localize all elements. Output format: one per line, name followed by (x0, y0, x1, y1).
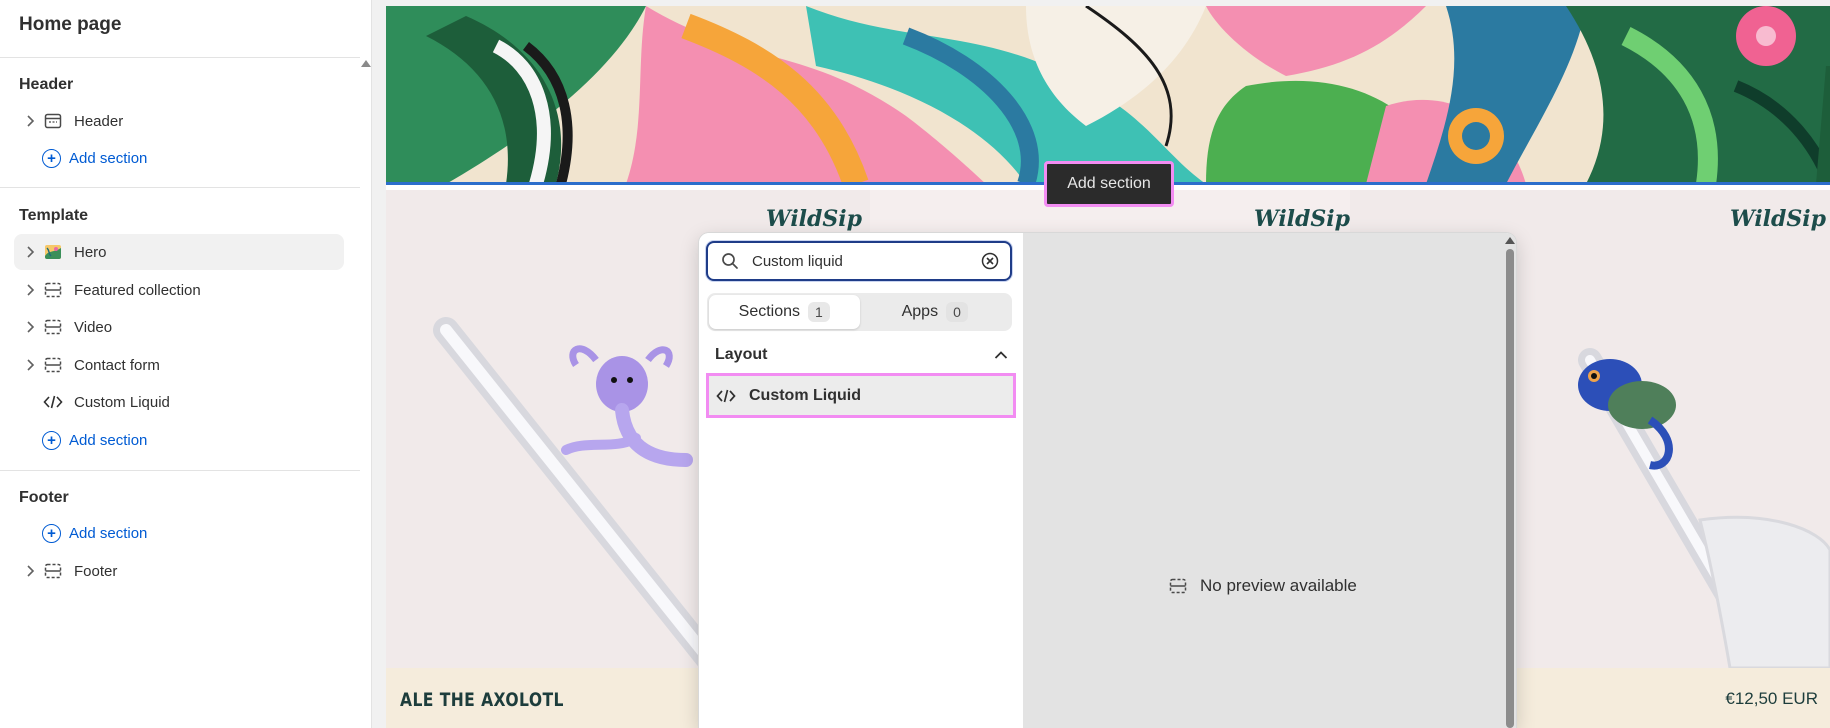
tab-label: Sections (738, 303, 801, 320)
picker-preview-pane: No preview available (1023, 233, 1516, 728)
add-section-template-button[interactable]: + Add section (42, 431, 147, 450)
section-icon (42, 560, 64, 582)
header-section-icon (42, 110, 64, 132)
section-icon (1168, 576, 1188, 596)
chevron-up-icon[interactable] (991, 345, 1011, 365)
tab-sections[interactable]: Sections 1 (709, 295, 860, 329)
sidebar-item-label: Hero (74, 243, 107, 261)
page-title: Home page (19, 14, 122, 35)
brand-logo: WildSip (766, 206, 863, 232)
section-picker-popover: Sections 1 Apps 0 Layout Custom Liquid (699, 233, 1516, 728)
scroll-up-arrow-icon[interactable] (361, 60, 371, 67)
no-preview-message: No preview available (1168, 576, 1357, 596)
tab-apps[interactable]: Apps 0 (860, 295, 1011, 329)
tab-label: Apps (901, 303, 939, 320)
count-badge: 0 (946, 302, 968, 322)
divider (0, 57, 360, 58)
sidebar-item-video[interactable]: Video (14, 309, 344, 345)
result-item-custom-liquid[interactable]: Custom Liquid (706, 373, 1016, 418)
group-title-footer: Footer (19, 489, 69, 506)
search-field[interactable] (706, 241, 1012, 281)
chevron-right-icon[interactable] (20, 246, 40, 258)
search-input[interactable] (752, 252, 980, 270)
code-icon (715, 385, 737, 407)
sidebar-item-custom-liquid[interactable]: Custom Liquid (14, 384, 344, 420)
sidebar-item-footer[interactable]: Footer (14, 553, 344, 589)
add-section-footer-button[interactable]: + Add section (42, 524, 147, 543)
chevron-right-icon[interactable] (20, 359, 40, 371)
chevron-right-icon[interactable] (20, 115, 40, 127)
chevron-right-icon[interactable] (20, 321, 40, 333)
plus-circle-icon: + (42, 431, 61, 450)
sidebar-item-hero[interactable]: Hero (14, 234, 344, 270)
add-section-header-button[interactable]: + Add section (42, 149, 147, 168)
plus-circle-icon: + (42, 524, 61, 543)
add-section-label: Add section (69, 150, 148, 167)
code-icon (42, 391, 64, 413)
count-badge: 1 (808, 302, 830, 322)
brand-logo: WildSip (1254, 206, 1350, 232)
group-title-header: Header (19, 76, 74, 93)
add-section-label: Add section (69, 525, 148, 542)
add-section-button[interactable]: Add section (1044, 161, 1174, 207)
product-name[interactable]: ALE THE AXOLOTL (400, 689, 564, 711)
sidebar-item-label: Header (74, 112, 124, 130)
product-price: €12,50 EUR (1725, 689, 1818, 708)
scrollbar-thumb[interactable] (1506, 249, 1514, 728)
chevron-right-icon[interactable] (20, 284, 40, 296)
sidebar-item-contact-form[interactable]: Contact form (14, 347, 344, 383)
result-label: Custom Liquid (749, 386, 861, 404)
sidebar-item-featured-collection[interactable]: Featured collection (14, 272, 344, 308)
category-label: Layout (715, 346, 768, 363)
sidebar-item-label: Video (74, 318, 113, 336)
section-icon (42, 354, 64, 376)
divider (0, 187, 360, 188)
scroll-up-arrow-icon[interactable] (1505, 237, 1515, 244)
section-icon (42, 279, 64, 301)
plus-circle-icon: + (42, 149, 61, 168)
picker-tabs: Sections 1 Apps 0 (707, 293, 1012, 331)
chevron-right-icon[interactable] (20, 565, 40, 577)
section-sidebar: Home page Header Header + Add section Te… (0, 0, 372, 728)
add-section-label: Add section (69, 432, 148, 449)
brand-logo: WildSip (1730, 206, 1827, 232)
clear-search-icon[interactable] (980, 251, 1000, 271)
category-header-layout[interactable]: Layout (715, 345, 1011, 365)
divider (0, 470, 360, 471)
picker-list-pane: Sections 1 Apps 0 Layout Custom Liquid (699, 233, 1023, 728)
search-icon (720, 251, 740, 271)
no-preview-label: No preview available (1200, 576, 1357, 595)
image-thumbnail-icon (42, 241, 64, 263)
sidebar-item-label: Featured collection (74, 281, 201, 299)
hero-banner-image[interactable] (386, 6, 1830, 184)
section-icon (42, 316, 64, 338)
sidebar-item-label: Footer (74, 562, 118, 580)
sidebar-item-label: Contact form (74, 356, 160, 374)
sidebar-item-header[interactable]: Header (14, 103, 344, 139)
group-title-template: Template (19, 207, 89, 224)
sidebar-item-label: Custom Liquid (74, 393, 170, 411)
